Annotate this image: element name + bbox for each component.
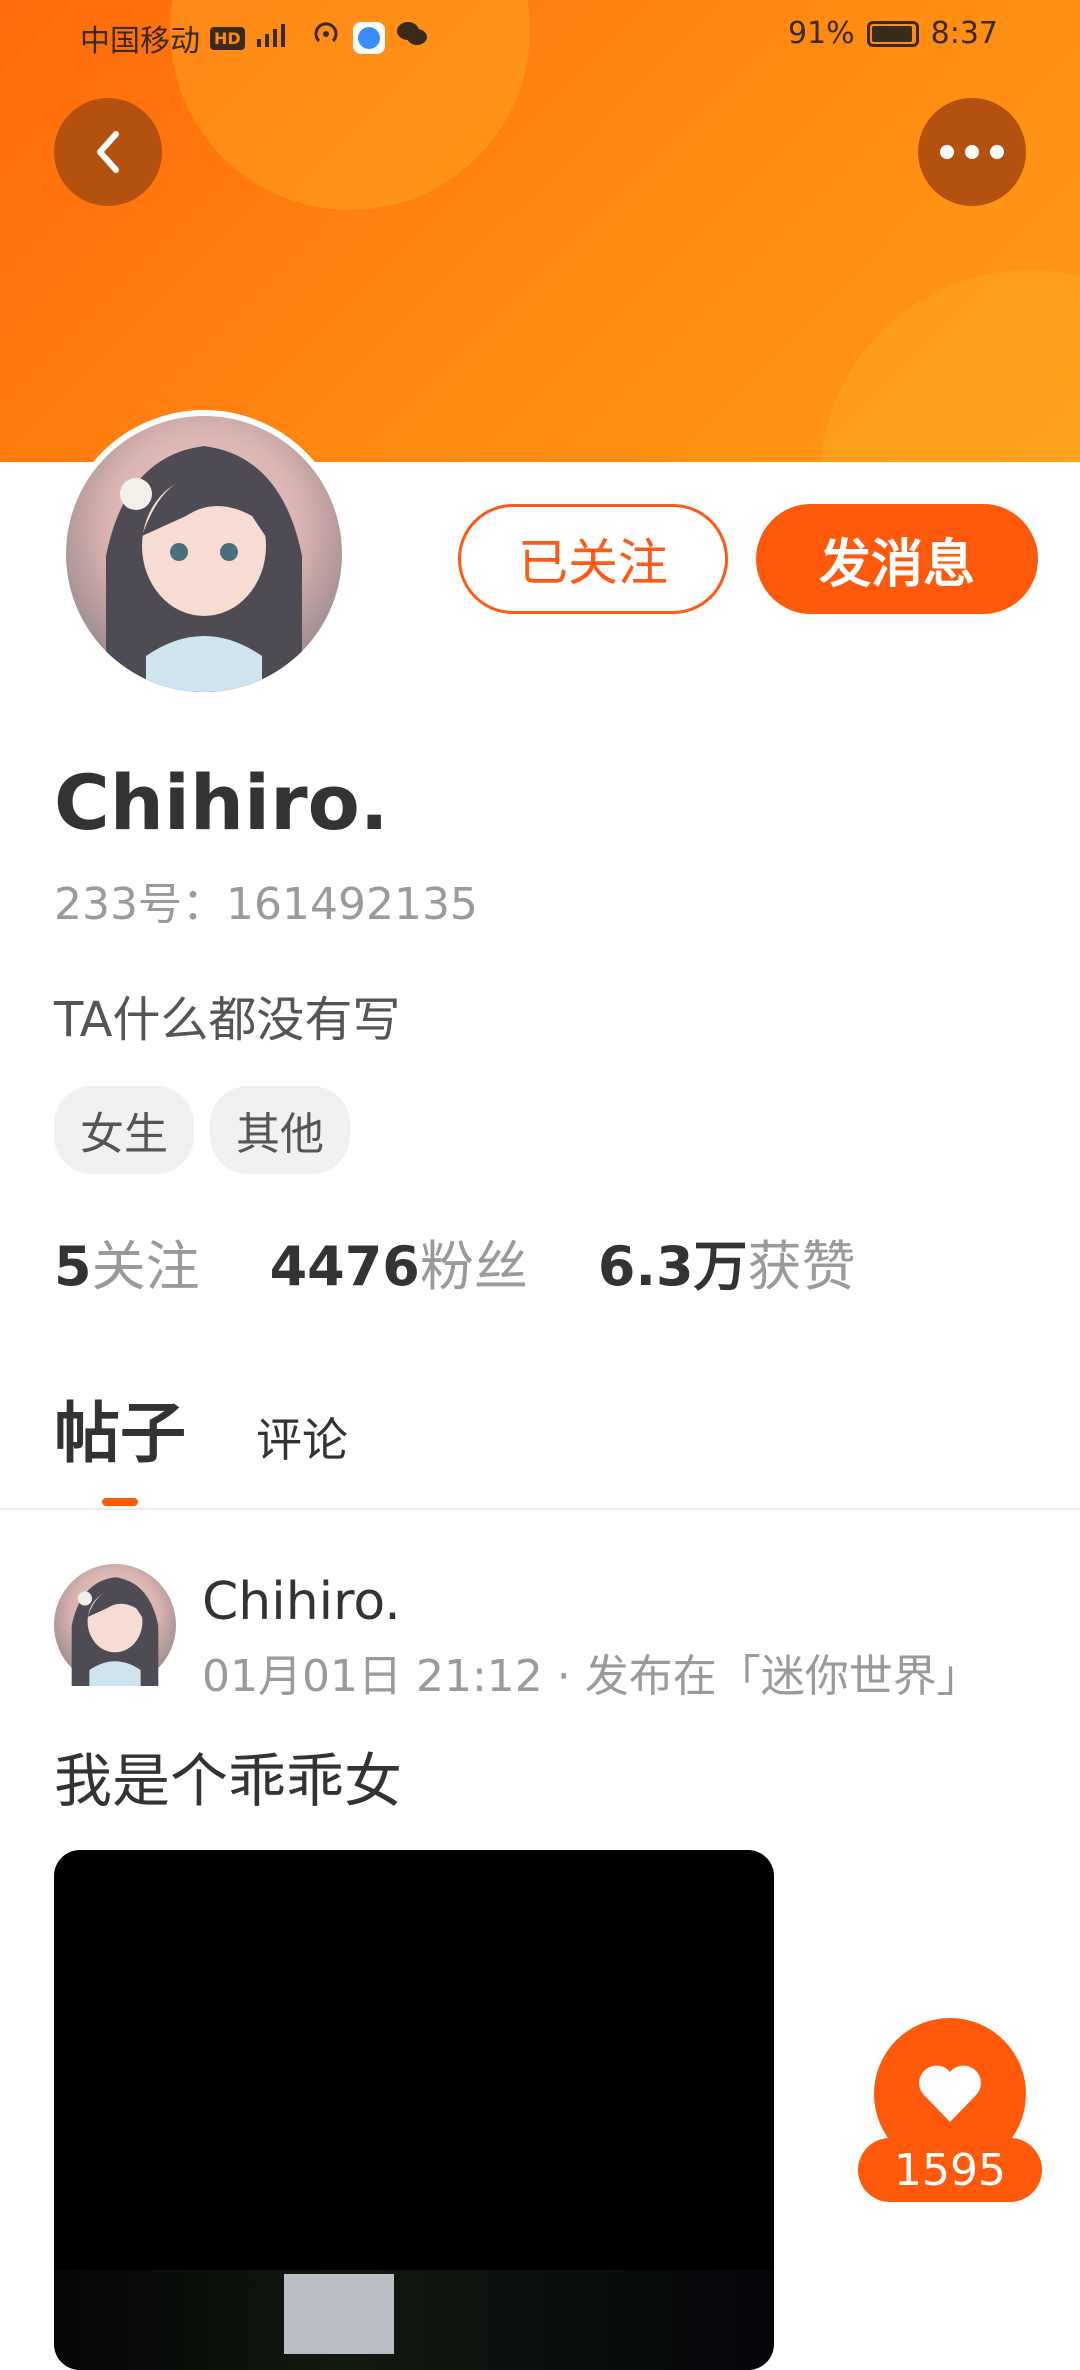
- wechat-icon: [395, 19, 429, 57]
- tabs-divider: [0, 1508, 1080, 1510]
- back-button[interactable]: [54, 98, 162, 206]
- tag-gender: 女生: [54, 1086, 194, 1174]
- stat-likes-label: 获赞: [747, 1235, 856, 1298]
- profile-tags: 女生 其他: [54, 1086, 350, 1174]
- send-message-button[interactable]: 发消息: [756, 504, 1038, 614]
- profile-uid: 233号：161492135: [54, 879, 478, 930]
- stat-fans-count: 4476: [269, 1235, 420, 1298]
- status-bar: 中国移动 HD 91% 8:37: [0, 0, 1080, 72]
- profile-stats: 5 关注 4476 粉丝 6.3万 获赞: [54, 1222, 926, 1301]
- stat-following[interactable]: 5 关注: [54, 1222, 200, 1301]
- tag-other: 其他: [210, 1086, 350, 1174]
- avatar[interactable]: [60, 410, 348, 698]
- stat-following-count: 5: [54, 1235, 92, 1298]
- content-tabs: 帖子 评论: [54, 1380, 348, 1506]
- followed-button[interactable]: 已关注: [458, 504, 728, 614]
- tab-comments[interactable]: 评论: [256, 1404, 348, 1470]
- app-notification-icon: [352, 22, 385, 54]
- profile-name: Chihiro.: [54, 758, 389, 847]
- carrier-label: 中国移动: [80, 24, 200, 59]
- post-video[interactable]: [54, 1850, 774, 2370]
- stat-fans[interactable]: 4476 粉丝: [270, 1222, 528, 1301]
- post-text[interactable]: 我是个乖乖女: [54, 1734, 402, 1818]
- more-icon: [940, 145, 1004, 159]
- stat-likes: 6.3万 获赞: [598, 1222, 856, 1301]
- like-count: 1595: [858, 2138, 1042, 2202]
- signal-icon: [255, 21, 299, 55]
- post-author-name[interactable]: Chihiro.: [202, 1572, 401, 1632]
- clock: 8:37: [930, 16, 998, 51]
- hotspot-icon: [309, 19, 343, 57]
- profile-bio: TA什么都没有写: [54, 992, 401, 1048]
- more-button[interactable]: [918, 98, 1026, 206]
- battery-icon: [866, 20, 919, 47]
- tab-posts[interactable]: 帖子: [54, 1380, 186, 1506]
- chevron-left-icon: [97, 131, 119, 173]
- heart-icon: [919, 2065, 981, 2122]
- stat-following-label: 关注: [91, 1235, 200, 1298]
- tab-posts-label: 帖子: [54, 1395, 186, 1472]
- battery-percent: 91%: [787, 16, 855, 51]
- post-author-avatar[interactable]: [54, 1564, 176, 1686]
- tab-indicator: [102, 1498, 138, 1506]
- stat-fans-label: 粉丝: [419, 1235, 528, 1298]
- hd-badge: HD: [210, 26, 245, 50]
- post-meta: 01月01日 21:12 · 发布在「迷你世界」: [202, 1651, 981, 1702]
- stat-likes-count: 6.3万: [597, 1235, 748, 1298]
